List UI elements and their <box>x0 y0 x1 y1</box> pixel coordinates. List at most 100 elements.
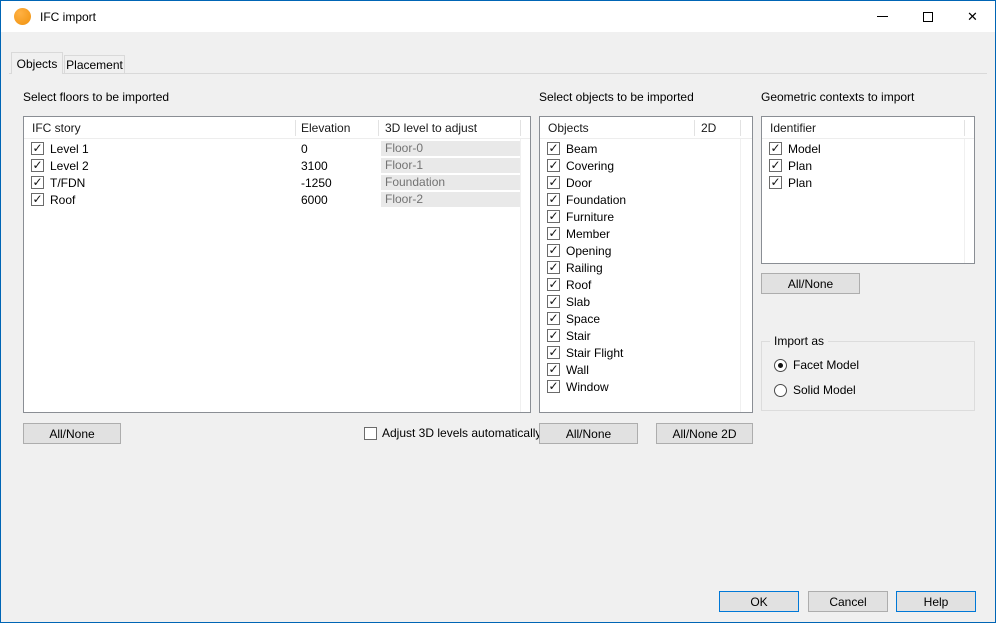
floor-checkbox[interactable] <box>31 176 44 189</box>
facet-model-radio-row[interactable]: Facet Model <box>774 358 859 372</box>
column-header-objects[interactable]: Objects <box>548 121 589 135</box>
object-checkbox[interactable] <box>547 295 560 308</box>
object-row[interactable]: Opening <box>540 242 752 259</box>
floor-row[interactable]: Roof 6000 Floor-2 <box>24 191 530 208</box>
floor-checkbox[interactable] <box>31 193 44 206</box>
context-label: Plan <box>788 176 812 190</box>
object-label: Space <box>566 312 600 326</box>
context-row[interactable]: Plan <box>762 157 974 174</box>
import-as-group: Import as Facet Model Solid Model <box>761 341 975 411</box>
context-checkbox[interactable] <box>769 176 782 189</box>
floor-row[interactable]: Level 1 0 Floor-0 <box>24 140 530 157</box>
objects-all-none-button[interactable]: All/None <box>539 423 638 444</box>
object-checkbox[interactable] <box>547 210 560 223</box>
help-button[interactable]: Help <box>896 591 976 612</box>
contexts-table: Identifier Model Plan Plan <box>761 116 975 264</box>
floors-table: IFC story Elevation 3D level to adjust L… <box>23 116 531 413</box>
maximize-icon <box>923 12 933 22</box>
object-checkbox[interactable] <box>547 142 560 155</box>
object-row[interactable]: Space <box>540 310 752 327</box>
adjust-3d-levels-checkbox[interactable] <box>364 427 377 440</box>
object-row[interactable]: Member <box>540 225 752 242</box>
ok-button[interactable]: OK <box>719 591 799 612</box>
object-checkbox[interactable] <box>547 346 560 359</box>
cancel-button[interactable]: Cancel <box>808 591 888 612</box>
column-separator <box>964 120 965 136</box>
floors-all-none-button[interactable]: All/None <box>23 423 121 444</box>
floors-section-label: Select floors to be imported <box>23 90 169 104</box>
floor-3d-level-cell[interactable]: Floor-0 <box>381 141 520 156</box>
object-row[interactable]: Roof <box>540 276 752 293</box>
object-checkbox[interactable] <box>547 193 560 206</box>
objects-rows: Beam Covering Door Foundation <box>540 140 752 395</box>
close-icon: ✕ <box>967 10 978 23</box>
object-row[interactable]: Beam <box>540 140 752 157</box>
object-row[interactable]: Stair Flight <box>540 344 752 361</box>
object-checkbox[interactable] <box>547 227 560 240</box>
object-label: Foundation <box>566 193 626 207</box>
floor-checkbox[interactable] <box>31 159 44 172</box>
contexts-rows: Model Plan Plan <box>762 140 974 191</box>
floor-3d-level-cell[interactable]: Floor-2 <box>381 192 520 207</box>
solid-model-radio-row[interactable]: Solid Model <box>774 383 856 397</box>
object-label: Member <box>566 227 610 241</box>
tab-placement[interactable]: Placement <box>64 55 125 74</box>
column-header-elevation[interactable]: Elevation <box>301 121 350 135</box>
adjust-3d-levels-label: Adjust 3D levels automatically <box>382 426 541 440</box>
contexts-table-header: Identifier <box>762 117 974 139</box>
floor-story-label: T/FDN <box>50 176 85 190</box>
object-row[interactable]: Stair <box>540 327 752 344</box>
object-checkbox[interactable] <box>547 244 560 257</box>
contexts-all-none-button[interactable]: All/None <box>761 273 860 294</box>
context-checkbox[interactable] <box>769 159 782 172</box>
object-label: Covering <box>566 159 614 173</box>
context-row[interactable]: Model <box>762 140 974 157</box>
floors-rows: Level 1 0 Floor-0 Level 2 3100 Floor-1 T… <box>24 140 530 208</box>
solid-model-radio[interactable] <box>774 384 787 397</box>
object-row[interactable]: Slab <box>540 293 752 310</box>
object-row[interactable]: Covering <box>540 157 752 174</box>
adjust-3d-levels-checkbox-row[interactable]: Adjust 3D levels automatically <box>364 426 541 440</box>
floor-row[interactable]: Level 2 3100 Floor-1 <box>24 157 530 174</box>
object-label: Wall <box>566 363 589 377</box>
object-label: Furniture <box>566 210 614 224</box>
floor-3d-level-cell[interactable]: Foundation <box>381 175 520 190</box>
object-row[interactable]: Window <box>540 378 752 395</box>
object-checkbox[interactable] <box>547 363 560 376</box>
object-checkbox[interactable] <box>547 261 560 274</box>
tab-objects[interactable]: Objects <box>11 52 63 74</box>
column-header-2d[interactable]: 2D <box>701 121 716 135</box>
object-checkbox[interactable] <box>547 312 560 325</box>
window-title: IFC import <box>40 10 96 24</box>
object-row[interactable]: Door <box>540 174 752 191</box>
floor-row[interactable]: T/FDN -1250 Foundation <box>24 174 530 191</box>
object-row[interactable]: Wall <box>540 361 752 378</box>
object-row[interactable]: Railing <box>540 259 752 276</box>
maximize-button[interactable] <box>905 1 950 32</box>
column-separator <box>295 120 296 136</box>
floor-elevation-value: 6000 <box>301 193 328 207</box>
column-header-3d-level[interactable]: 3D level to adjust <box>385 121 477 135</box>
column-header-identifier[interactable]: Identifier <box>770 121 816 135</box>
context-checkbox[interactable] <box>769 142 782 155</box>
object-row[interactable]: Foundation <box>540 191 752 208</box>
context-row[interactable]: Plan <box>762 174 974 191</box>
column-header-ifc-story[interactable]: IFC story <box>32 121 81 135</box>
floor-checkbox[interactable] <box>31 142 44 155</box>
object-row[interactable]: Furniture <box>540 208 752 225</box>
facet-model-label: Facet Model <box>793 358 859 372</box>
object-checkbox[interactable] <box>547 380 560 393</box>
floor-elevation-value: 3100 <box>301 159 328 173</box>
solid-model-label: Solid Model <box>793 383 856 397</box>
objects-all-none-2d-button[interactable]: All/None 2D <box>656 423 753 444</box>
object-label: Roof <box>566 278 591 292</box>
minimize-button[interactable] <box>860 1 905 32</box>
object-checkbox[interactable] <box>547 159 560 172</box>
facet-model-radio[interactable] <box>774 359 787 372</box>
close-button[interactable]: ✕ <box>950 1 995 32</box>
floor-3d-level-cell[interactable]: Floor-1 <box>381 158 520 173</box>
object-checkbox[interactable] <box>547 329 560 342</box>
object-checkbox[interactable] <box>547 278 560 291</box>
column-separator <box>378 120 379 136</box>
object-checkbox[interactable] <box>547 176 560 189</box>
